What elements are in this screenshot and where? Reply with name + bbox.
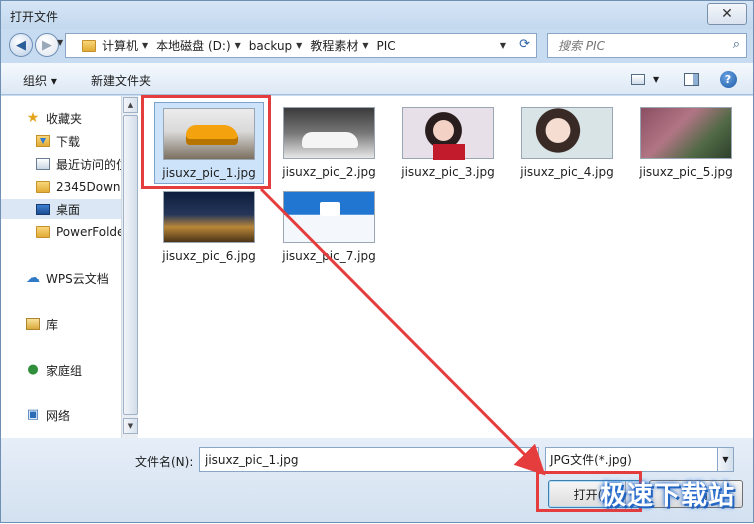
watermark-logo: 极速下载站: [599, 481, 735, 511]
tutorial-arrow: [259, 187, 546, 476]
arrow-line: [259, 187, 546, 476]
open-file-dialog: 打开文件 ✕ ◀ ▶ ▼ 计算机 ▼ 本地磁盘 (D:) ▼ backup ▼: [0, 0, 754, 523]
